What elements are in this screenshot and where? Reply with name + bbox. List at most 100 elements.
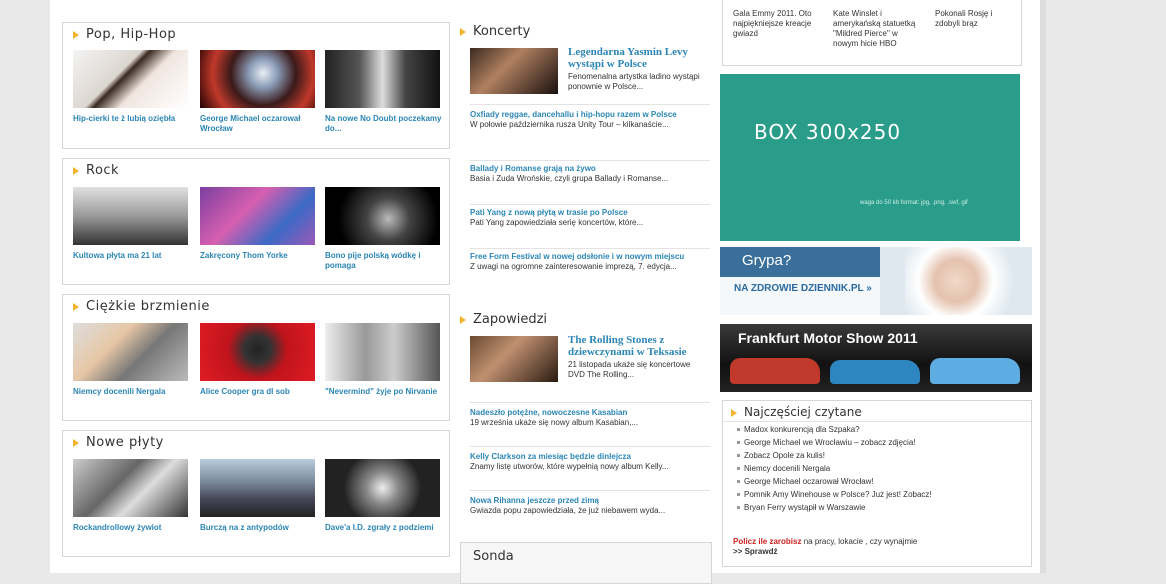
list-item[interactable]: Niemcy docenili Nergala <box>737 462 1023 475</box>
news-item-title[interactable]: Oxfiady reggae, dancehallu i hip-hopu ra… <box>470 110 715 120</box>
top-news-box: Gala Emmy 2011. Oto najpiękniejsze kreac… <box>722 0 1022 66</box>
news-item-text: Z uwagi na ogromne zainteresowanie impre… <box>470 262 677 271</box>
bullet-icon <box>460 27 466 36</box>
news-item-title[interactable]: Kelly Clarkson za miesiąc będzie dinlejc… <box>470 452 715 462</box>
list-item[interactable]: George Michael oczarował Wrocław! <box>737 475 1023 488</box>
promo-check-link[interactable]: >> Sprawdź <box>733 547 777 556</box>
divider <box>470 104 710 105</box>
divider <box>470 204 710 205</box>
featured-title[interactable]: The Rolling Stones z dziewczynami w Teks… <box>568 334 708 358</box>
thumb-image[interactable] <box>325 50 440 108</box>
divider <box>470 160 710 161</box>
banner-image <box>905 247 1032 315</box>
thumb-caption[interactable]: Zakręcony Thom Yorke <box>200 251 318 261</box>
news-item[interactable]: Kelly Clarkson za miesiąc będzie dinlejc… <box>470 452 715 472</box>
car-image <box>830 360 920 384</box>
divider <box>723 421 1031 422</box>
news-item[interactable]: Free Form Festival w nowej odsłonie i w … <box>470 252 715 272</box>
thumb-caption[interactable]: Alice Cooper gra dl sob <box>200 387 318 397</box>
thumb-image[interactable] <box>200 50 315 108</box>
news-item[interactable]: Nowa Rihanna jeszcze przed zimą Gwiazda … <box>470 496 715 516</box>
poll-box: Sonda <box>460 542 712 584</box>
flu-link[interactable]: NA ZDROWIE DZIENNIK.PL » <box>734 283 874 294</box>
section-heavy: Ciężkie brzmienie Niemcy docenili Nergal… <box>62 294 450 421</box>
news-item[interactable]: Pati Yang z nową płytą w trasie po Polsc… <box>470 208 715 228</box>
page: Pop, Hip-Hop Hip-cierki te ż lubią ozięb… <box>50 0 1040 584</box>
top-news-item[interactable]: Kate Winslet i amerykańską statuetką "Mi… <box>833 9 921 49</box>
bullet-icon <box>737 467 740 471</box>
scrollbar[interactable] <box>1040 0 1046 573</box>
concerts-section: Koncerty Legendarna Yasmin Levy wystąpi … <box>460 24 710 299</box>
thumb-image[interactable] <box>73 459 188 517</box>
news-item-title[interactable]: Nadeszło potężne, nowoczesne Kasabian <box>470 408 715 418</box>
thumb-caption[interactable]: Na nowe No Doubt poczekamy do... <box>325 114 443 134</box>
flu-banner[interactable]: Grypa? NA ZDROWIE DZIENNIK.PL » <box>720 247 1032 315</box>
news-item-text: Gwiazda popu zapowiedziała, że już nieba… <box>470 506 666 515</box>
news-item-title[interactable]: Ballady i Romanse grają na żywo <box>470 164 715 174</box>
thumb-caption[interactable]: Rockandrollowy żywiot <box>73 523 191 533</box>
list-item[interactable]: Madox konkurencją dla Szpaka? <box>737 423 1023 436</box>
thumb-caption[interactable]: Niemcy docenili Nergala <box>73 387 191 397</box>
section-pop: Pop, Hip-Hop Hip-cierki te ż lubią ozięb… <box>62 22 450 149</box>
car-image <box>930 358 1020 384</box>
divider <box>470 402 710 403</box>
bullet-icon <box>731 408 737 417</box>
thumb-caption[interactable]: "Nevermind" żyje po Nirvanie <box>325 387 443 397</box>
bullet-icon <box>737 441 740 445</box>
thumb-image[interactable] <box>200 187 315 245</box>
news-item-title[interactable]: Pati Yang z nową płytą w trasie po Polsc… <box>470 208 715 218</box>
section-title: Pop, Hip-Hop <box>73 27 176 42</box>
thumb-caption[interactable]: Dave'a I.D. zgrały z podziemi <box>325 523 443 533</box>
section-title: Ciężkie brzmienie <box>73 299 210 314</box>
divider <box>470 446 710 447</box>
most-read-box: Najczęściej czytane Madox konkurencją dl… <box>722 400 1032 567</box>
top-news-item[interactable]: Gala Emmy 2011. Oto najpiękniejsze kreac… <box>733 9 813 39</box>
divider <box>470 248 710 249</box>
ad-box-300x250[interactable]: BOX 300x250 waga do 50 kb format: jpg, .… <box>720 74 1020 241</box>
featured-title[interactable]: Legendarna Yasmin Levy wystąpi w Polsce <box>568 46 708 70</box>
thumb-caption[interactable]: Hip-cierki te ż lubią oziębła <box>73 114 191 124</box>
news-item-text: Basia i Zuda Wrońskie, czyli grupa Balla… <box>470 174 669 183</box>
news-item[interactable]: Oxfiady reggae, dancehallu i hip-hopu ra… <box>470 110 715 130</box>
bullet-icon <box>73 30 79 39</box>
bullet-icon <box>73 302 79 311</box>
news-item[interactable]: Nadeszło potężne, nowoczesne Kasabian 19… <box>470 408 715 428</box>
featured-text: 21 listopada ukaże się koncertowe DVD Th… <box>568 360 691 379</box>
motor-show-banner[interactable]: Frankfurt Motor Show 2011 <box>720 324 1032 392</box>
thumb-caption[interactable]: Burczą na z antypodów <box>200 523 318 533</box>
bullet-icon <box>737 428 740 432</box>
news-item-text: W połowie października rusza Unity Tour … <box>470 120 669 129</box>
section-new-albums: Nowe płyty Rockandrollowy żywiot Burczą … <box>62 430 450 557</box>
thumb-caption[interactable]: Kultowa płyta ma 21 lat <box>73 251 191 261</box>
news-item-text: Pati Yang zapowiedziała serię koncertów,… <box>470 218 644 227</box>
top-news-item[interactable]: Pokonali Rosję i zdobyli brąz <box>935 9 1019 29</box>
bullet-icon <box>737 506 740 510</box>
thumb-image[interactable] <box>325 459 440 517</box>
thumb-caption[interactable]: Bono pije polską wódkę i pomaga <box>325 251 443 271</box>
thumb-image[interactable] <box>73 323 188 381</box>
list-item[interactable]: Pomnik Amy Winehouse w Polsce? Już jest!… <box>737 488 1023 501</box>
featured-thumb[interactable] <box>470 48 558 94</box>
featured-text: Fenomenalna artystka ladino wystąpi pono… <box>568 72 700 91</box>
promo-link[interactable]: Policz ile zarobisz <box>733 537 801 546</box>
section-title: Koncerty <box>460 24 710 39</box>
featured-thumb[interactable] <box>470 336 558 382</box>
thumb-image[interactable] <box>73 50 188 108</box>
news-item-title[interactable]: Nowa Rihanna jeszcze przed zimą <box>470 496 715 506</box>
thumb-image[interactable] <box>200 323 315 381</box>
list-item[interactable]: Bryan Ferry wystąpił w Warszawie <box>737 501 1023 514</box>
list-item[interactable]: George Michael we Wrocławiu – zobacz zdj… <box>737 436 1023 449</box>
thumb-image[interactable] <box>73 187 188 245</box>
news-item[interactable]: Ballady i Romanse grają na żywo Basia i … <box>470 164 715 184</box>
flu-title: Grypa? <box>742 252 792 269</box>
section-rock: Rock Kultowa płyta ma 21 lat Zakręcony T… <box>62 158 450 285</box>
thumb-image[interactable] <box>325 187 440 245</box>
thumb-image[interactable] <box>325 323 440 381</box>
news-item-title[interactable]: Free Form Festival w nowej odsłonie i w … <box>470 252 715 262</box>
bullet-icon <box>73 166 79 175</box>
section-title: Nowe płyty <box>73 435 164 450</box>
list-item[interactable]: Zobacz Opole za kulis! <box>737 449 1023 462</box>
thumb-image[interactable] <box>200 459 315 517</box>
bullet-icon <box>737 454 740 458</box>
thumb-caption[interactable]: George Michael oczarował Wrocław <box>200 114 318 134</box>
